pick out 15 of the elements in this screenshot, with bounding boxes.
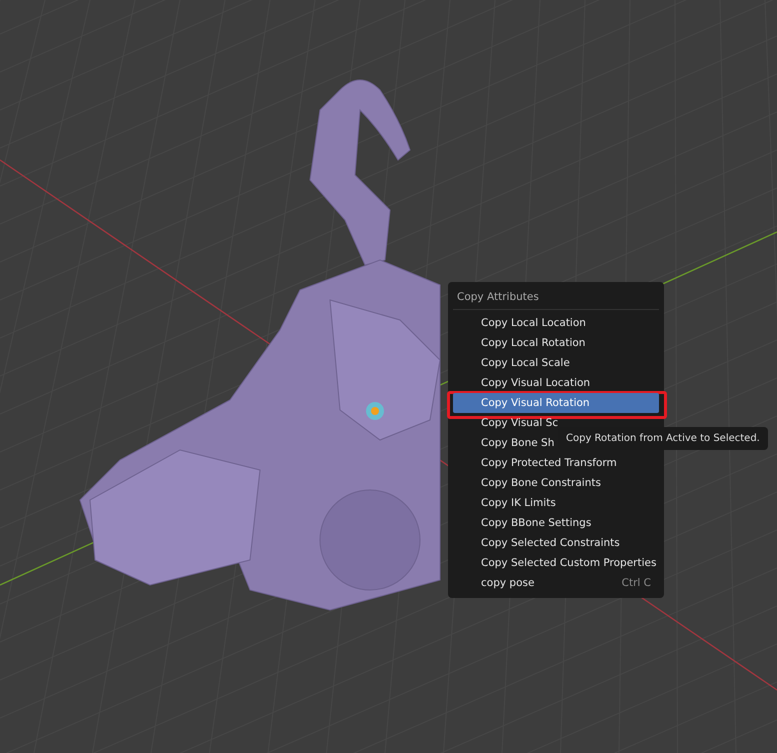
- menu-item[interactable]: copy pose Ctrl C: [453, 573, 659, 593]
- shortcut-label: Ctrl C: [622, 577, 651, 589]
- menu-item[interactable]: Copy IK Limits: [453, 493, 659, 513]
- menu-item[interactable]: Copy Local Location: [453, 313, 659, 333]
- menu-item[interactable]: Copy Selected Constraints: [453, 533, 659, 553]
- menu-item[interactable]: Copy BBone Settings: [453, 513, 659, 533]
- menu-item[interactable]: Copy Visual Rotation: [453, 393, 659, 413]
- menu-title: Copy Attributes: [453, 286, 659, 310]
- menu-item[interactable]: Copy Bone Constraints: [453, 473, 659, 493]
- menu-item[interactable]: Copy Visual Location: [453, 373, 659, 393]
- menu-item[interactable]: Copy Selected Custom Properties: [453, 553, 659, 573]
- menu-item[interactable]: Copy Local Scale: [453, 353, 659, 373]
- bone-origin-icon: [366, 402, 384, 420]
- menu-item[interactable]: Copy Local Rotation: [453, 333, 659, 353]
- menu-item[interactable]: Copy Protected Transform: [453, 453, 659, 473]
